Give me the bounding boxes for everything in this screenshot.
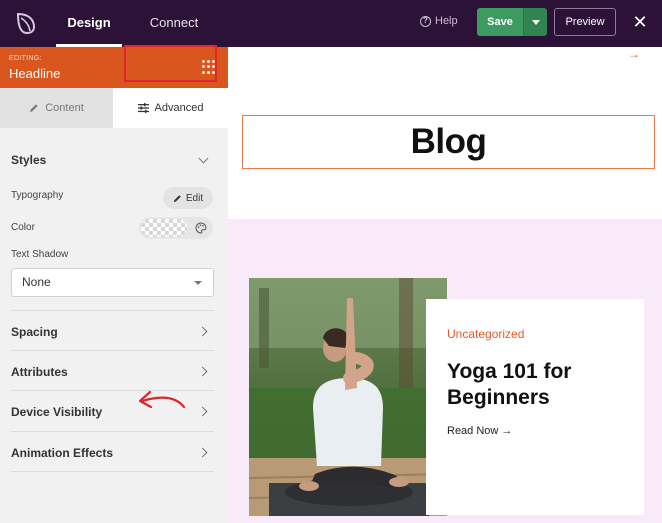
settings-panel: EDITING: Headline Content Advanced Style… <box>0 47 228 523</box>
blog-card[interactable]: Uncategorized Yoga 101 for Beginners Rea… <box>426 299 644 515</box>
palette-icon <box>195 222 207 234</box>
annotation-arrow-icon <box>138 390 186 409</box>
chevron-right-icon[interactable] <box>197 366 208 377</box>
attributes-section[interactable]: Attributes <box>11 365 68 379</box>
save-options-dropdown[interactable] <box>523 8 547 36</box>
drag-grip-icon[interactable] <box>202 60 216 74</box>
color-picker[interactable] <box>139 217 213 239</box>
editing-title: Headline <box>9 66 61 81</box>
text-shadow-label: Text Shadow <box>11 249 69 260</box>
typography-edit-button[interactable]: Edit <box>163 187 213 209</box>
pencil-icon <box>30 104 38 112</box>
blog-section: Uncategorized Yoga 101 for Beginners Rea… <box>228 219 662 523</box>
card-category[interactable]: Uncategorized <box>447 327 524 341</box>
card-title[interactable]: Yoga 101 for Beginners <box>447 359 637 411</box>
chevron-right-icon[interactable] <box>197 447 208 458</box>
color-label: Color <box>11 222 35 233</box>
tab-content-label: Content <box>45 102 84 114</box>
panel-subtabs: Content Advanced <box>0 88 228 128</box>
headline-text: Blog <box>410 122 487 161</box>
tab-connect[interactable]: Connect <box>140 0 208 47</box>
help-link[interactable]: ? Help <box>420 15 458 27</box>
editing-header: EDITING: Headline <box>0 47 228 88</box>
yoga-photo <box>249 278 447 516</box>
divider <box>11 471 214 472</box>
divider <box>11 350 214 351</box>
text-shadow-value: None <box>22 275 51 289</box>
sliders-icon <box>137 103 149 113</box>
tab-advanced-label: Advanced <box>154 102 204 114</box>
spacing-section[interactable]: Spacing <box>11 325 58 339</box>
save-button-group: Save <box>477 8 547 36</box>
top-bar: Design Connect ? Help Save Preview ✕ <box>0 0 662 47</box>
preview-button[interactable]: Preview <box>554 8 616 36</box>
chevron-right-icon[interactable] <box>197 406 208 417</box>
help-label: Help <box>435 15 458 27</box>
transparent-swatch <box>141 219 187 237</box>
typography-label: Typography <box>11 190 64 201</box>
device-visibility-section[interactable]: Device Visibility <box>11 405 102 419</box>
help-icon: ? <box>420 15 431 27</box>
save-button[interactable]: Save <box>477 8 523 36</box>
seedprod-logo-icon[interactable] <box>12 9 40 37</box>
read-more-link[interactable]: Read Now → <box>447 425 512 437</box>
divider <box>11 431 214 432</box>
text-shadow-select[interactable]: None <box>11 268 214 297</box>
divider <box>11 310 214 311</box>
arrow-right-icon: → <box>628 47 640 61</box>
page-preview: → Blog Uncategorized Yoga 101 for Beginn… <box>228 47 662 523</box>
edit-label: Edit <box>185 192 204 204</box>
caret-down-icon <box>531 19 540 25</box>
close-icon[interactable]: ✕ <box>630 11 650 33</box>
animation-effects-section[interactable]: Animation Effects <box>11 446 113 460</box>
editing-label: EDITING: <box>9 55 42 62</box>
tab-design[interactable]: Design <box>56 0 122 47</box>
chevron-right-icon[interactable] <box>197 326 208 337</box>
pencil-icon <box>173 194 181 202</box>
tab-content[interactable]: Content <box>0 88 113 128</box>
headline-block[interactable]: Blog <box>242 115 655 169</box>
tab-advanced[interactable]: Advanced <box>113 88 228 128</box>
caret-down-icon <box>194 281 202 285</box>
styles-section-title[interactable]: Styles <box>11 153 46 167</box>
chevron-down-icon[interactable] <box>198 153 209 164</box>
